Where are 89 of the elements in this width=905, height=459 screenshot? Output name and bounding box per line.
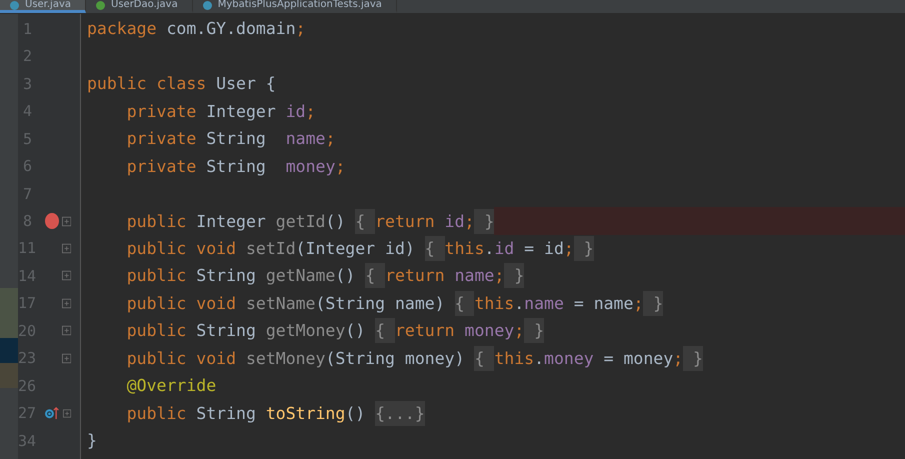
fold-icon[interactable] [62,408,71,419]
fold-icon[interactable] [62,352,71,364]
code-token: Integer [196,212,267,231]
code-token: this [474,294,514,313]
fold-icon[interactable] [62,325,71,336]
folded-region[interactable]: } [524,318,544,344]
code-token: } [87,431,97,450]
code-token: ; [514,321,524,340]
code-token: String [196,404,257,423]
folded-region[interactable]: } [474,208,494,234]
code-token: id [444,212,465,231]
folded-region[interactable]: { [375,318,395,344]
code-token: toString [266,404,346,423]
code-token: setName [246,294,316,313]
code-token: name [524,294,564,313]
code-token: getName [266,266,336,286]
code-token: setMoney [246,348,326,368]
fold-icon[interactable] [62,298,71,309]
code-token: (String money) [325,348,466,368]
code-token: . [514,294,524,313]
code-token: Integer [206,102,277,121]
code-token: = id [523,238,564,258]
breakpoint-icon[interactable] [45,213,59,230]
code-token: ; [325,129,336,148]
code-token: public void [126,348,238,368]
code-token: return [375,212,436,231]
code-token: id [494,238,514,258]
code-token: public class [87,74,208,94]
code-token: ; [673,348,684,368]
code-token: ; [494,266,504,286]
code-token: ; [306,102,316,121]
code-token: String [206,156,267,176]
code-token: money [286,156,336,176]
folded-region[interactable]: } [574,236,594,261]
code-token: ; [564,238,574,258]
code-token: () [335,266,356,286]
code-token: public void [126,238,238,258]
code-token: (String name) [316,294,446,313]
code-token: () [345,321,366,340]
code-token: String [206,129,267,148]
fold-icon[interactable] [62,242,71,254]
code-token: public [126,404,188,423]
code-token: public [126,212,188,231]
code-token: = money [602,348,674,368]
code-token: money [544,348,594,368]
code-token: = name [572,294,634,313]
code-token: getId [276,212,326,231]
code-token: String [196,321,257,340]
folded-region[interactable]: { [355,208,376,234]
code-token: User { [216,74,276,94]
code-token: name [286,129,326,148]
code-token: com.GY.domain [166,19,296,38]
folded-region[interactable]: { [454,290,474,316]
code-token: ; [464,212,474,231]
code-token: . [534,348,544,368]
code-token: this [444,238,484,258]
code-token: id [286,102,306,121]
code-token: public [126,321,188,340]
code-token: String [196,266,257,286]
folded-region[interactable]: {...} [375,400,425,426]
fold-icon[interactable] [62,270,71,282]
folded-region[interactable]: { [424,236,445,261]
fold-icon[interactable] [62,216,71,227]
folded-region[interactable]: } [504,263,524,288]
code-token: public void [126,294,238,313]
code-token: private [126,156,198,176]
code-token: return [395,321,456,340]
code-token: private [126,102,198,121]
code-token: @Override [126,376,216,396]
folded-region[interactable]: { [365,263,386,288]
code-token: this [494,348,534,368]
code-token: ; [633,294,644,313]
code-token: ; [296,19,306,38]
folded-region[interactable]: { [474,346,494,371]
code-token: getMoney [266,321,346,340]
code-token: setId [246,238,296,258]
code-token: . [484,238,494,258]
code-token: return [385,266,446,286]
code-token: money [464,321,514,340]
code-token: ; [335,156,346,176]
code-token: name [454,266,494,286]
folded-region[interactable]: } [683,346,703,371]
code-token: package [87,19,158,38]
code-token: (Integer id) [296,238,416,258]
code-token: private [126,129,198,148]
folded-region[interactable]: } [643,290,664,316]
code-token: () [345,404,366,423]
code-token: public [126,266,188,286]
code-token: () [325,212,346,231]
